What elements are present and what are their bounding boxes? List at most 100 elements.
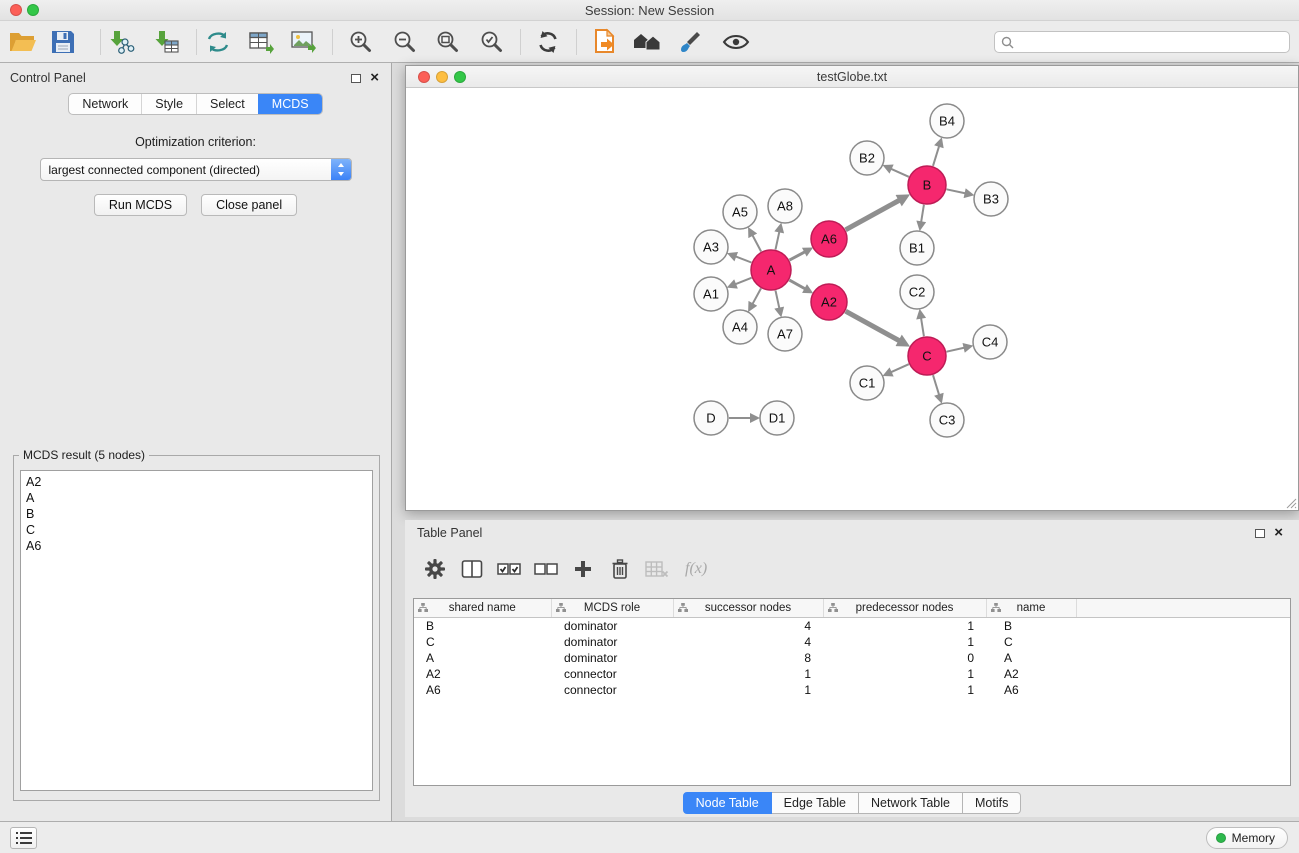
graph-edge-A-A3[interactable]	[735, 256, 751, 262]
column-header-name[interactable]: name	[986, 599, 1076, 618]
column-header-shared-name[interactable]: shared name	[414, 599, 551, 618]
import-network-button[interactable]	[104, 25, 138, 59]
graph-edge-A6-B[interactable]	[846, 200, 900, 230]
tab-mcds[interactable]: MCDS	[258, 94, 322, 114]
network-canvas[interactable]: ABCA6A2A1A3A4A5A7A8B1B2B3B4C1C2C3C4DD1	[406, 88, 1298, 510]
tab-style[interactable]: Style	[141, 94, 196, 114]
mcds-result-item-B[interactable]: B	[26, 506, 367, 522]
cell-name-A2[interactable]: A2	[986, 666, 1076, 682]
cell-shared-name-A6[interactable]: A6	[414, 682, 551, 698]
cell-successor-nodes-B[interactable]: 4	[673, 618, 823, 634]
cell-successor-nodes-A6[interactable]: 1	[673, 682, 823, 698]
add-column-button[interactable]	[570, 555, 596, 583]
memory-button[interactable]: Memory	[1206, 827, 1288, 849]
close-table-panel-icon[interactable]: ×	[1274, 528, 1283, 538]
tab-edge-table[interactable]: Edge Table	[772, 792, 859, 814]
mcds-result-item-A6[interactable]: A6	[26, 538, 367, 554]
graph-edge-A2-C[interactable]	[846, 311, 900, 341]
tab-network[interactable]: Network	[69, 94, 141, 114]
tab-select[interactable]: Select	[196, 94, 258, 114]
graph-edge-A-A7[interactable]	[776, 291, 780, 309]
graph-edge-A-A6[interactable]	[790, 252, 806, 260]
graph-node-C2[interactable]: C2	[900, 275, 934, 309]
graph-edge-C-C2[interactable]	[921, 318, 924, 337]
mcds-result-item-A2[interactable]: A2	[26, 474, 367, 490]
cell-predecessor-nodes-A6[interactable]: 1	[823, 682, 986, 698]
graph-node-A7[interactable]: A7	[768, 317, 802, 351]
cell-shared-name-A2[interactable]: A2	[414, 666, 551, 682]
run-mcds-button[interactable]: Run MCDS	[94, 194, 187, 216]
graph-node-C[interactable]: C	[908, 337, 946, 375]
zoom-selected-button[interactable]	[475, 25, 509, 59]
cell-name-A6[interactable]: A6	[986, 682, 1076, 698]
graph-node-B4[interactable]: B4	[930, 104, 964, 138]
open-file-button[interactable]	[6, 25, 40, 59]
cell-shared-name-A[interactable]: A	[414, 650, 551, 666]
graph-node-A1[interactable]: A1	[694, 277, 728, 311]
graph-node-D[interactable]: D	[694, 401, 728, 435]
cell-MCDS-role-B[interactable]: dominator	[551, 618, 673, 634]
cell-MCDS-role-A6[interactable]: connector	[551, 682, 673, 698]
show-columns-button[interactable]	[459, 555, 485, 583]
cell-successor-nodes-A2[interactable]: 1	[673, 666, 823, 682]
cell-shared-name-C[interactable]: C	[414, 634, 551, 650]
cell-predecessor-nodes-B[interactable]: 1	[823, 618, 986, 634]
tab-motifs[interactable]: Motifs	[963, 792, 1021, 814]
cell-name-B[interactable]: B	[986, 618, 1076, 634]
mcds-result-item-A[interactable]: A	[26, 490, 367, 506]
toggle-details-button[interactable]	[719, 25, 753, 59]
apply-style-button[interactable]	[673, 25, 707, 59]
refresh-layout-button[interactable]	[531, 25, 565, 59]
graph-node-A8[interactable]: A8	[768, 189, 802, 223]
table-row-B[interactable]: Bdominator41B	[414, 618, 1290, 634]
zoom-out-button[interactable]	[388, 25, 422, 59]
search-box[interactable]	[994, 31, 1290, 53]
mcds-result-list[interactable]: A2ABCA6	[20, 470, 373, 791]
column-header-predecessor-nodes[interactable]: predecessor nodes	[823, 599, 986, 618]
cell-name-C[interactable]: C	[986, 634, 1076, 650]
select-all-button[interactable]	[496, 555, 522, 583]
graph-edge-B-B4[interactable]	[933, 146, 939, 166]
close-panel-button[interactable]: Close panel	[201, 194, 297, 216]
float-panel-icon[interactable]	[351, 74, 361, 83]
cell-successor-nodes-C[interactable]: 4	[673, 634, 823, 650]
cell-MCDS-role-A2[interactable]: connector	[551, 666, 673, 682]
zoom-in-button[interactable]	[344, 25, 378, 59]
graph-edge-C-C4[interactable]	[947, 348, 965, 352]
export-network-button[interactable]	[588, 25, 622, 59]
graph-edge-A-A4[interactable]	[752, 288, 761, 304]
cell-predecessor-nodes-C[interactable]: 1	[823, 634, 986, 650]
home-button[interactable]	[630, 25, 664, 59]
graph-node-B2[interactable]: B2	[850, 141, 884, 175]
graph-edge-B-B2[interactable]	[891, 169, 909, 177]
import-table-button[interactable]	[149, 25, 183, 59]
column-header-successor-nodes[interactable]: successor nodes	[673, 599, 823, 618]
graph-edge-A-A2[interactable]	[789, 280, 805, 289]
save-session-button[interactable]	[46, 25, 80, 59]
graph-node-A3[interactable]: A3	[694, 230, 728, 264]
search-input[interactable]	[1018, 35, 1283, 49]
table-row-C[interactable]: Cdominator41C	[414, 634, 1290, 650]
tab-node-table[interactable]: Node Table	[683, 792, 772, 814]
graph-node-B[interactable]: B	[908, 166, 946, 204]
zoom-fit-button[interactable]	[431, 25, 465, 59]
graph-node-A2[interactable]: A2	[811, 284, 847, 320]
cell-shared-name-B[interactable]: B	[414, 618, 551, 634]
cell-name-A[interactable]: A	[986, 650, 1076, 666]
cell-MCDS-role-C[interactable]: dominator	[551, 634, 673, 650]
graph-node-C3[interactable]: C3	[930, 403, 964, 437]
tab-network-table[interactable]: Network Table	[859, 792, 963, 814]
graph-node-A[interactable]: A	[751, 250, 791, 290]
delete-table-button[interactable]	[644, 555, 670, 583]
graph-edge-A-A8[interactable]	[776, 231, 780, 249]
graph-edge-B-B3[interactable]	[947, 189, 966, 193]
cell-successor-nodes-A[interactable]: 8	[673, 650, 823, 666]
table-row-A[interactable]: Adominator80A	[414, 650, 1290, 666]
cell-predecessor-nodes-A[interactable]: 0	[823, 650, 986, 666]
table-row-A6[interactable]: A6connector11A6	[414, 682, 1290, 698]
graph-edge-C-C3[interactable]	[933, 375, 939, 395]
column-header-MCDS-role[interactable]: MCDS role	[551, 599, 673, 618]
graph-node-A4[interactable]: A4	[723, 310, 757, 344]
resize-grip[interactable]	[1285, 497, 1297, 509]
export-image-button[interactable]	[287, 25, 321, 59]
